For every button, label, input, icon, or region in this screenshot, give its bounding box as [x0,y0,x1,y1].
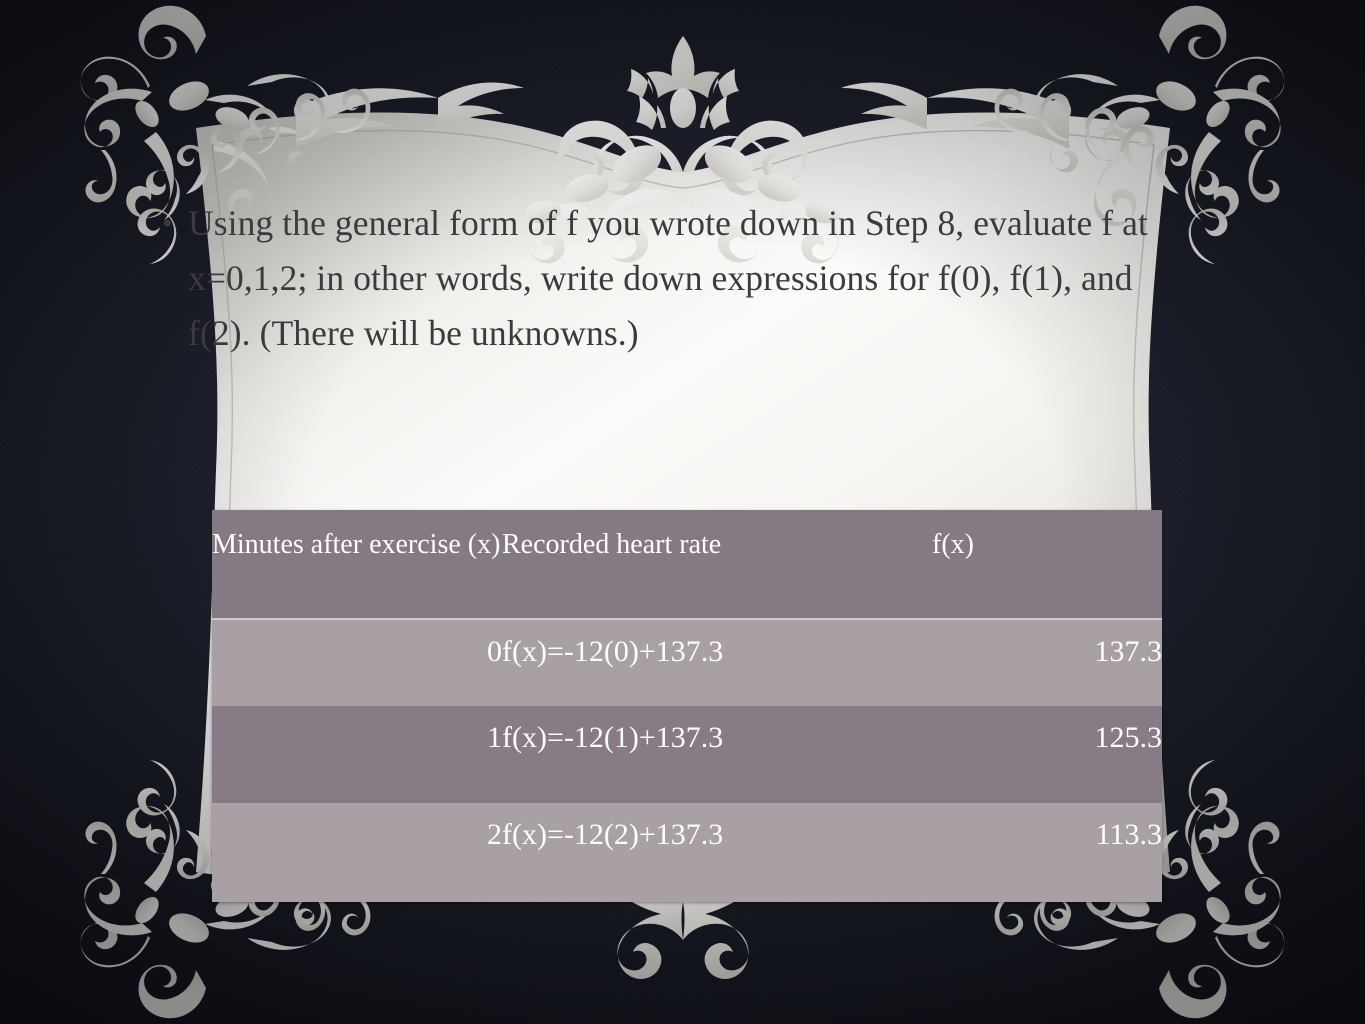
cell-minutes: 1 [212,706,502,803]
cell-minutes: 2 [212,803,502,902]
bullet-item-text: Using the general form of f you wrote do… [188,203,1148,353]
cell-fx-value: 125.3 [932,706,1162,803]
column-header-fx: f(x) [932,510,1162,620]
cell-fx-value: 113.3 [932,803,1162,902]
cell-expression: f(x)=-12(1)+137.3 [502,706,932,803]
table-header-row: Minutes after exercise (x) Recorded hear… [212,510,1162,620]
column-header-recorded-heart-rate: Recorded heart rate [502,510,932,620]
cell-expression: f(x)=-12(2)+137.3 [502,803,932,902]
heart-rate-table: Minutes after exercise (x) Recorded hear… [212,510,1162,902]
bullet-list-item: • Using the general form of f you wrote … [162,196,1172,361]
table-row: 0 f(x)=-12(0)+137.3 137.3 [212,619,1162,706]
column-header-minutes: Minutes after exercise (x) [212,510,502,620]
bullet-point-icon: • [162,207,173,240]
cell-fx-value: 137.3 [932,619,1162,706]
table-row: 1 f(x)=-12(1)+137.3 125.3 [212,706,1162,803]
cell-minutes: 0 [212,619,502,706]
slide-body-text: • Using the general form of f you wrote … [162,196,1172,361]
cell-expression: f(x)=-12(0)+137.3 [502,619,932,706]
slide-canvas: • Using the general form of f you wrote … [0,0,1365,1024]
table-row: 2 f(x)=-12(2)+137.3 113.3 [212,803,1162,902]
